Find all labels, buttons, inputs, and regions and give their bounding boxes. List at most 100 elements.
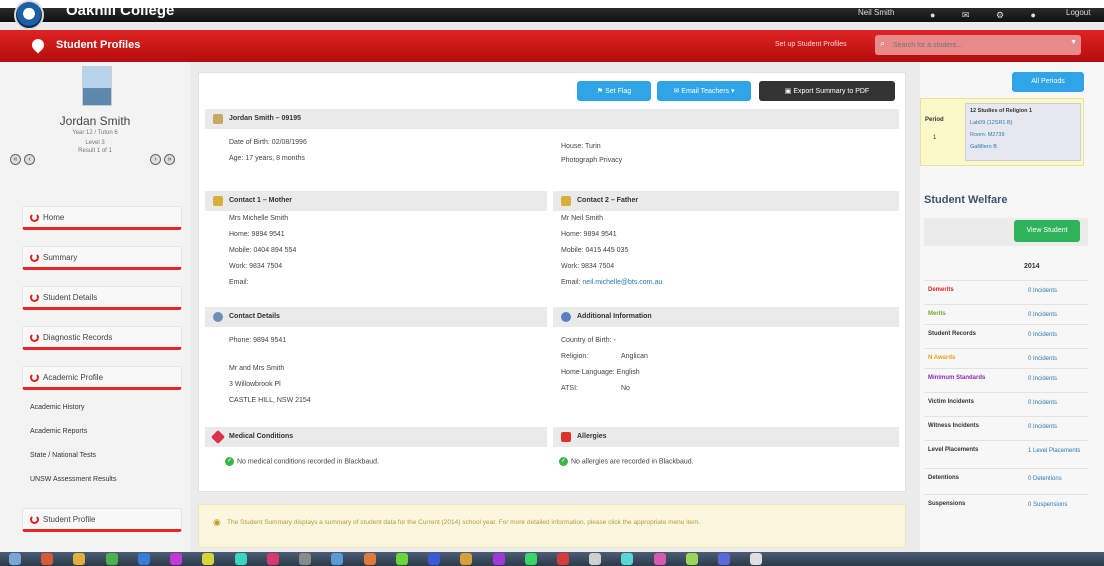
welfare-title: Student Welfare [924, 194, 1008, 206]
welfare-row-link[interactable]: 0 Incidents [1028, 423, 1086, 432]
first-result-icon[interactable]: « [10, 154, 21, 165]
all-periods-button[interactable]: All Periods [1012, 72, 1084, 92]
welfare-row-link[interactable]: 0 Detentions [1028, 475, 1086, 484]
room-link[interactable]: Room: M2739 [970, 132, 1005, 138]
search-input[interactable] [893, 38, 1063, 52]
power-icon [30, 253, 39, 262]
app-icon[interactable] [653, 553, 666, 565]
nav-student-details[interactable]: Student Details [22, 286, 182, 310]
street-text: 3 Willowbrook Pl [229, 381, 281, 388]
nav-label: Diagnostic Records [43, 333, 113, 342]
student-search[interactable]: ⌕ ▼ [875, 35, 1081, 55]
prev-result-icon[interactable]: ‹ [24, 154, 35, 165]
welfare-row-label: Level Placements [928, 447, 979, 453]
power-icon [30, 333, 39, 342]
app-header: Student Profiles Set up Student Profiles… [0, 30, 1104, 62]
check-icon: ✓ [559, 457, 568, 466]
logout-link[interactable]: Logout [1066, 8, 1090, 17]
app-icon[interactable] [524, 553, 537, 565]
nav-summary[interactable]: Summary [22, 246, 182, 270]
welfare-row-label: Merits [928, 311, 946, 317]
home-icon [213, 312, 223, 322]
nav-diagnostic-records[interactable]: Diagnostic Records [22, 326, 182, 350]
welfare-row-link[interactable]: 0 Suspensions [1028, 501, 1086, 510]
teacher-link[interactable]: Gallifiero B [970, 144, 997, 150]
welfare-row-link[interactable]: 0 Incidents [1028, 375, 1086, 384]
app-icon[interactable] [460, 553, 473, 565]
welfare-row: Merits 0 Incidents [924, 304, 1088, 324]
welfare-row: Demerits 0 Incidents [924, 280, 1088, 304]
user-menu[interactable]: Neil Smith [858, 8, 894, 17]
toolbar-icons[interactable]: ● ✉ ⚙ ● [930, 10, 1048, 21]
app-icon[interactable] [718, 553, 731, 565]
app-icon[interactable] [234, 553, 247, 565]
contact1-name: Mrs Michelle Smith [229, 215, 289, 222]
link-unsw-results[interactable]: UNSW Assessment Results [30, 476, 116, 483]
welfare-row-label: Detentions [928, 475, 960, 481]
language-text: Home Language: English [561, 369, 640, 376]
chevron-down-icon[interactable]: ▼ [1070, 39, 1077, 46]
app-icon[interactable] [170, 553, 183, 565]
medical-header: Medical Conditions [205, 427, 547, 447]
app-icon[interactable] [299, 553, 312, 565]
contact2-email-row: Email: neil.michelle@bts.com.au [561, 279, 662, 286]
app-icon[interactable] [395, 553, 408, 565]
link-academic-reports[interactable]: Academic Reports [30, 428, 87, 435]
app-icon[interactable] [137, 553, 150, 565]
link-academic-history[interactable]: Academic History [30, 404, 84, 411]
finder-icon[interactable] [9, 553, 21, 565]
welfare-row-link[interactable]: 0 Incidents [1028, 355, 1086, 364]
email-teachers-button[interactable]: ✉ Email Teachers ▾ [657, 81, 751, 101]
class-room-link[interactable]: Lab09 (12SR1 B) [970, 120, 1013, 126]
app-icon[interactable] [41, 553, 54, 565]
country-text: Country of Birth: - [561, 337, 616, 344]
set-flag-button[interactable]: ⚑ Set Flag [577, 81, 651, 101]
notice-text: The Student Summary displays a summary o… [227, 519, 701, 526]
app-icon[interactable] [105, 553, 118, 565]
medical-icon [210, 429, 226, 445]
allergies-status-text: No allergies are recorded in Blackbaud. [571, 458, 694, 466]
app-icon[interactable] [589, 553, 602, 565]
contact2-mobile: Mobile: 0415 445 035 [561, 247, 629, 254]
app-icon[interactable] [621, 553, 634, 565]
link-state-tests[interactable]: State / National Tests [30, 452, 96, 459]
period-label: Period [925, 117, 944, 123]
welfare-row-link[interactable]: 0 Incidents [1028, 311, 1086, 320]
app-icon[interactable] [556, 553, 569, 565]
app-icon[interactable] [331, 553, 344, 565]
trash-icon[interactable] [750, 553, 763, 565]
addressee-text: Mr and Mrs Smith [229, 365, 285, 372]
app-icon[interactable] [428, 553, 441, 565]
view-student-button[interactable]: View Student [1014, 220, 1080, 242]
app-icon[interactable] [363, 553, 376, 565]
welfare-row-link[interactable]: 0 Incidents [1028, 287, 1086, 296]
power-icon [30, 213, 39, 222]
app-icon[interactable] [685, 553, 698, 565]
nav-label: Student Details [43, 293, 98, 302]
nav-academic-profile[interactable]: Academic Profile [22, 366, 182, 390]
export-pdf-button[interactable]: ▣ Export Summary to PDF [759, 81, 895, 101]
suburb-text: CASTLE HILL, NSW 2154 [229, 397, 311, 404]
app-icon[interactable] [266, 553, 279, 565]
welfare-row-link[interactable]: 1 Level Placements [1028, 447, 1086, 456]
info-icon [561, 312, 571, 322]
welfare-row: Minimum Standards 0 Incidents [924, 368, 1088, 392]
nav-student-profile[interactable]: Student Profile [22, 508, 182, 532]
welfare-row-link[interactable]: 0 Incidents [1028, 331, 1086, 340]
welfare-row-label: Witness Incidents [928, 423, 979, 429]
summary-card: ⚑ Set Flag ✉ Email Teachers ▾ ▣ Export S… [198, 72, 906, 492]
last-result-icon[interactable]: » [164, 154, 175, 165]
contact2-home: Home: 9894 9541 [561, 231, 617, 238]
app-icon[interactable] [202, 553, 215, 565]
app-icon[interactable] [492, 553, 505, 565]
setup-link[interactable]: Set up Student Profiles [775, 41, 847, 48]
welfare-row-label: Demerits [928, 287, 954, 293]
welfare-row-link[interactable]: 0 Incidents [1028, 399, 1086, 408]
sidebar: Jordan Smith Year 12 / Tuton 6 Level 3 R… [0, 62, 190, 552]
contact2-email-link[interactable]: neil.michelle@bts.com.au [582, 279, 662, 286]
app-icon[interactable] [73, 553, 86, 565]
next-result-icon[interactable]: › [150, 154, 161, 165]
nav-home[interactable]: Home [22, 206, 182, 230]
dob-text: Date of Birth: 02/08/1996 [229, 139, 307, 146]
period-class-box: 12 Studies of Religion 1 Lab09 (12SR1 B)… [965, 103, 1081, 161]
